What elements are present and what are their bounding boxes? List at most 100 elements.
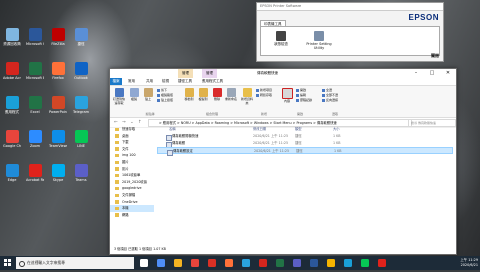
paste-button[interactable]: 貼上 [141,88,155,102]
nav-item[interactable]: 網路 [110,212,154,219]
minimize-icon[interactable]: – [408,69,424,78]
col-name[interactable]: 名稱 [169,126,176,133]
taskbar-app-icon[interactable] [361,259,369,267]
desktop-icon[interactable]: Microsoft Excel [26,62,44,86]
move-to-button[interactable]: 移動到 [182,88,196,102]
epson-close-button[interactable]: 關閉 [431,53,439,59]
nav-item[interactable]: img 100 [110,152,154,159]
file-row[interactable]: 傳真軟體設定 2020/6/21 上午 11:25 捷徑 1 KB [157,147,453,156]
tab-share[interactable]: 共用 [146,78,153,85]
select-none-button[interactable]: 全部不選 [322,93,338,97]
tab-home[interactable]: 常用 [128,78,135,85]
col-type[interactable]: 類型 [295,126,302,133]
desktop-icon[interactable]: Firefox [49,62,67,86]
desktop-icon[interactable]: Zoom [26,130,44,154]
desktop-icon[interactable]: FileZilla [49,28,67,52]
col-date[interactable]: 修改日期 [253,126,266,133]
desktop-icon[interactable]: Adobe Acrobat [3,62,21,86]
tab-app-tools[interactable]: 應用程式工具 [202,78,223,85]
cut-button[interactable]: 剪下 [157,88,167,92]
tab-file[interactable]: 檔案 [110,78,122,85]
easy-access-icon [256,93,259,97]
taskbar-app-icon[interactable] [259,259,267,267]
taskbar-app-icon[interactable] [208,259,216,267]
nav-item[interactable]: 桌面 [110,133,154,140]
folder-icon [115,173,119,178]
taskbar-search-input[interactable]: 在這裡輸入文字來搜尋 [16,257,134,269]
desktop-icon[interactable]: Edge [3,164,21,188]
invert-selection-icon [322,98,325,102]
context-tab-shortcut[interactable]: 管理 [178,69,193,78]
nav-item[interactable]: 下載 [110,139,154,146]
copy-button[interactable]: 複製 [127,88,141,102]
desktop-icon[interactable]: Telegram [72,96,90,120]
desktop-icon[interactable]: Skype [49,164,67,188]
tab-view[interactable]: 檢視 [162,78,169,85]
desktop-icon[interactable]: TeamViewer [49,130,67,154]
desktop-icon[interactable]: PowerPoint [49,96,67,120]
nav-item[interactable]: googledrive [110,185,154,192]
file-row[interactable]: 傳真軟體開機快速 2020/6/21 上午 11:25 捷徑 1 KB [157,133,453,141]
taskbar-app-icon[interactable] [293,259,301,267]
nav-item[interactable]: 影片 [110,166,154,173]
nav-item[interactable]: OneDrive [110,199,154,206]
taskbar-app-icon[interactable] [310,259,318,267]
desktop-icon[interactable]: Teams [72,164,90,188]
taskbar-app-icon[interactable] [225,259,233,267]
desktop-icon[interactable]: Microsoft Word [26,28,44,52]
taskbar-app-icon[interactable] [276,259,284,267]
edit-button[interactable]: 編輯 [296,93,306,97]
taskbar-app-icon[interactable] [174,259,182,267]
copy-path-button[interactable]: 複製路徑 [157,93,173,97]
close-icon[interactable]: ✕ [440,69,456,78]
easy-access-button[interactable]: 輕鬆存取 [256,93,272,97]
taskbar-app-icon[interactable] [242,259,250,267]
copy-path-icon [157,93,160,97]
nav-item[interactable]: 文件歸檔 [110,192,154,199]
nav-item[interactable]: 文件 [110,146,154,153]
invert-selection-button[interactable]: 反向選擇 [322,98,338,102]
desktop-icon[interactable]: LINE [72,130,90,154]
rename-button[interactable]: 重新命名 [224,88,238,102]
taskbar-app-icon[interactable] [344,259,352,267]
copy-to-button[interactable]: 複製到 [196,88,210,102]
delete-button[interactable]: 刪除 [210,88,224,102]
desktop-icon[interactable]: 資源回收筒 [3,28,21,52]
taskbar-app-icon[interactable] [191,259,199,267]
desktop-icon[interactable]: 捷徑 [72,28,90,52]
desktop-icon[interactable]: Google Chrome [3,130,21,154]
nav-item[interactable]: 1061收據單 [110,172,154,179]
maximize-icon[interactable]: □ [424,69,440,78]
taskbar-app-icon[interactable] [378,259,386,267]
col-size[interactable]: 大小 [333,126,340,133]
taskbar-search-placeholder: 在這裡輸入文字來搜尋 [27,260,65,265]
new-folder-button[interactable]: 新增資料夾 [240,88,254,105]
status-check-button[interactable]: 狀態檢查 [269,31,293,47]
nav-item[interactable]: 快速存取 [110,126,154,133]
pin-quick-access-button[interactable]: 釘選到快速存取 [112,88,126,105]
printer-setting-button[interactable]: Printer Setting Utility [305,31,333,50]
desktop-icon[interactable]: Excel [26,96,44,120]
nav-item-label: OneDrive [122,199,138,204]
start-button[interactable] [4,259,11,266]
paste-shortcut-button[interactable]: 貼上捷徑 [157,98,173,102]
taskbar-app-icon[interactable] [157,259,165,267]
desktop-icon[interactable]: Acrobat Reader [26,164,44,188]
tab-shortcut-tools[interactable]: 捷徑工具 [178,78,192,85]
nav-item[interactable]: 圖片 [110,159,154,166]
open-button[interactable]: 開啟 [296,88,306,92]
taskbar-app-icon[interactable] [140,259,148,267]
properties-button[interactable]: 內容 [280,88,294,104]
desktop-icon[interactable]: 應用程式 [3,96,21,120]
nav-item[interactable]: 2019_2020收據 [110,179,154,186]
nav-item[interactable]: 本機 [110,205,154,212]
nav-item-label: 本機 [122,206,129,211]
select-all-button[interactable]: 全選 [322,88,332,92]
new-item-button[interactable]: 新增項目 [256,88,272,92]
taskbar-app-icon[interactable] [327,259,335,267]
context-tab-app[interactable]: 管理 [202,69,217,78]
new-item-label: 新增項目 [260,88,273,92]
desktop-icon[interactable]: Outlook [72,62,90,86]
history-button[interactable]: 歷程記錄 [296,98,312,102]
file-row[interactable]: 傳真軟體 2020/6/21 上午 11:25 捷徑 1 KB [157,140,453,148]
